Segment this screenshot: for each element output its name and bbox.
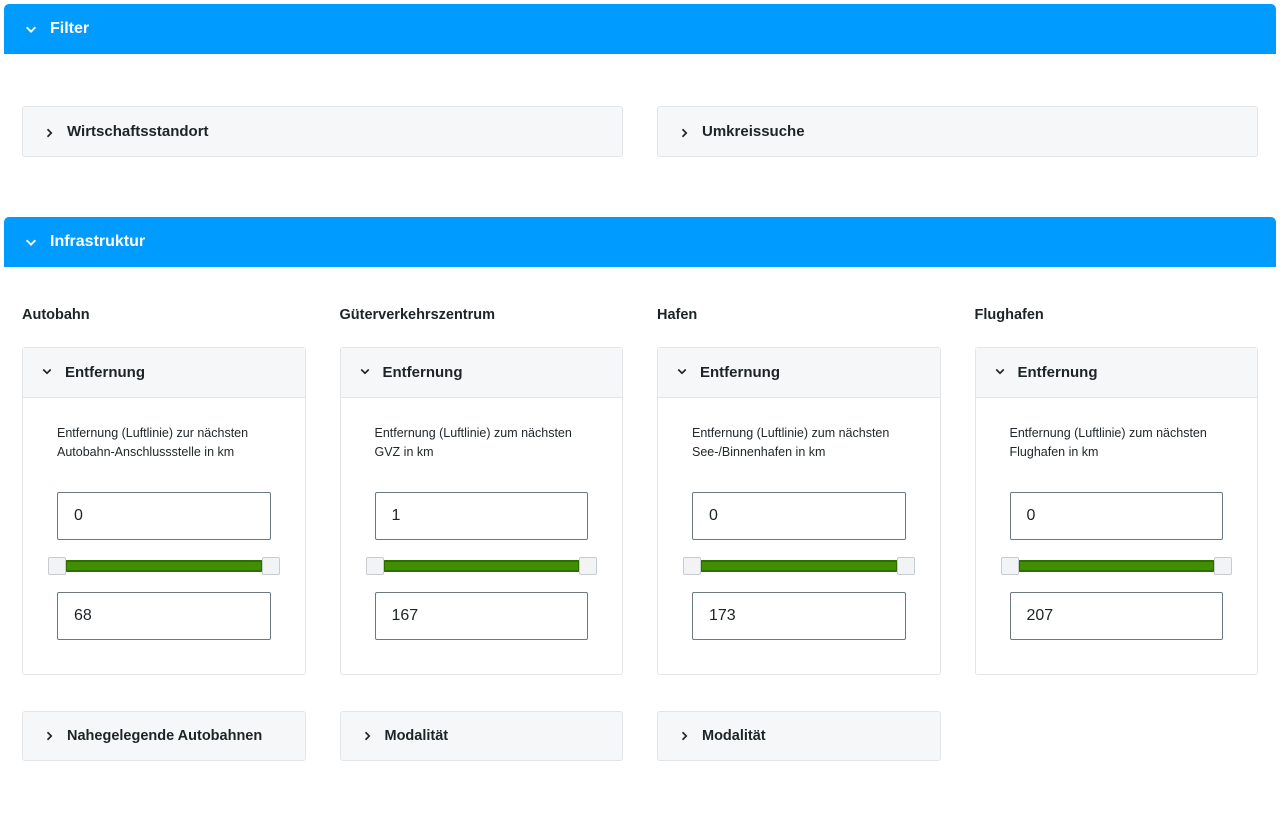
max-input[interactable] — [57, 592, 271, 640]
max-input[interactable] — [1010, 592, 1224, 640]
chevron-down-icon — [24, 235, 38, 249]
distance-card-hafen: Entfernung Entfernung (Luftlinie) zum nä… — [657, 347, 941, 675]
distance-description: Entfernung (Luftlinie) zum nächsten Flug… — [1010, 424, 1224, 462]
panel-nahegelegende-autobahnen[interactable]: Nahegelegende Autobahnen — [22, 711, 306, 761]
slider-handle-min[interactable] — [366, 557, 384, 575]
distance-description: Entfernung (Luftlinie) zum nächsten GVZ … — [375, 424, 589, 462]
slider-handle-max[interactable] — [897, 557, 915, 575]
chevron-down-icon — [24, 22, 38, 36]
infra-grid: Autobahn Entfernung Entfernung (Luftlini… — [4, 267, 1276, 675]
distance-description: Entfernung (Luftlinie) zum nächsten See-… — [692, 424, 906, 462]
max-input[interactable] — [692, 592, 906, 640]
card-title: Entfernung — [383, 364, 463, 381]
infra-column-hafen: Hafen Entfernung Entfernung (Luftlinie) … — [657, 307, 941, 675]
slider-handle-max[interactable] — [1214, 557, 1232, 575]
chevron-right-icon — [43, 126, 55, 138]
panel-modalitaet-gvz[interactable]: Modalität — [340, 711, 624, 761]
column-heading: Hafen — [657, 307, 941, 323]
distance-card-flughafen: Entfernung Entfernung (Luftlinie) zum nä… — [975, 347, 1259, 675]
range-slider[interactable] — [367, 556, 597, 576]
infra-lower-row: Nahegelegende Autobahnen Modalität Modal… — [4, 675, 1276, 761]
infra-column-gvz: Güterverkehrszentrum Entfernung Entfernu… — [340, 307, 624, 675]
slider-handle-min[interactable] — [683, 557, 701, 575]
panel-label: Modalität — [385, 728, 449, 744]
min-input[interactable] — [375, 492, 589, 540]
filter-header[interactable]: Filter — [4, 4, 1276, 54]
chevron-down-icon — [994, 364, 1006, 381]
filter-body: Wirtschaftsstandort Umkreissuche — [4, 54, 1276, 187]
slider-handle-min[interactable] — [48, 557, 66, 575]
column-heading: Güterverkehrszentrum — [340, 307, 624, 323]
card-header[interactable]: Entfernung — [23, 348, 305, 398]
panel-label: Umkreissuche — [702, 123, 805, 140]
slider-track — [1018, 560, 1216, 572]
chevron-down-icon — [41, 364, 53, 381]
panel-label: Nahegelegende Autobahnen — [67, 728, 262, 744]
card-header[interactable]: Entfernung — [658, 348, 940, 398]
distance-card-autobahn: Entfernung Entfernung (Luftlinie) zur nä… — [22, 347, 306, 675]
infra-column-autobahn: Autobahn Entfernung Entfernung (Luftlini… — [22, 307, 306, 675]
card-header[interactable]: Entfernung — [976, 348, 1258, 398]
filter-section: Filter Wirtschaftsstandort Umkreissuche — [4, 4, 1276, 187]
distance-description: Entfernung (Luftlinie) zur nächsten Auto… — [57, 424, 271, 462]
card-title: Entfernung — [65, 364, 145, 381]
infrastruktur-title: Infrastruktur — [50, 233, 145, 251]
panel-modalitaet-hafen[interactable]: Modalität — [657, 711, 941, 761]
chevron-down-icon — [676, 364, 688, 381]
min-input[interactable] — [1010, 492, 1224, 540]
slider-handle-max[interactable] — [262, 557, 280, 575]
card-header[interactable]: Entfernung — [341, 348, 623, 398]
chevron-right-icon — [678, 126, 690, 138]
range-slider[interactable] — [684, 556, 914, 576]
infrastruktur-section: Infrastruktur Autobahn Entfernung Entfer… — [4, 217, 1276, 761]
range-slider[interactable] — [49, 556, 279, 576]
slider-handle-min[interactable] — [1001, 557, 1019, 575]
column-heading: Autobahn — [22, 307, 306, 323]
card-title: Entfernung — [700, 364, 780, 381]
panel-label: Wirtschaftsstandort — [67, 123, 209, 140]
chevron-right-icon — [43, 730, 55, 742]
panel-label: Modalität — [702, 728, 766, 744]
slider-track — [383, 560, 581, 572]
column-heading: Flughafen — [975, 307, 1259, 323]
min-input[interactable] — [692, 492, 906, 540]
panel-wirtschaftsstandort[interactable]: Wirtschaftsstandort — [22, 106, 623, 157]
range-slider[interactable] — [1002, 556, 1232, 576]
infrastruktur-header[interactable]: Infrastruktur — [4, 217, 1276, 267]
infra-column-flughafen: Flughafen Entfernung Entfernung (Luftlin… — [975, 307, 1259, 675]
chevron-right-icon — [361, 730, 373, 742]
card-title: Entfernung — [1018, 364, 1098, 381]
slider-handle-max[interactable] — [579, 557, 597, 575]
slider-track — [65, 560, 263, 572]
chevron-right-icon — [678, 730, 690, 742]
max-input[interactable] — [375, 592, 589, 640]
panel-umkreissuche[interactable]: Umkreissuche — [657, 106, 1258, 157]
min-input[interactable] — [57, 492, 271, 540]
distance-card-gvz: Entfernung Entfernung (Luftlinie) zum nä… — [340, 347, 624, 675]
chevron-down-icon — [359, 364, 371, 381]
slider-track — [700, 560, 898, 572]
filter-title: Filter — [50, 20, 89, 38]
